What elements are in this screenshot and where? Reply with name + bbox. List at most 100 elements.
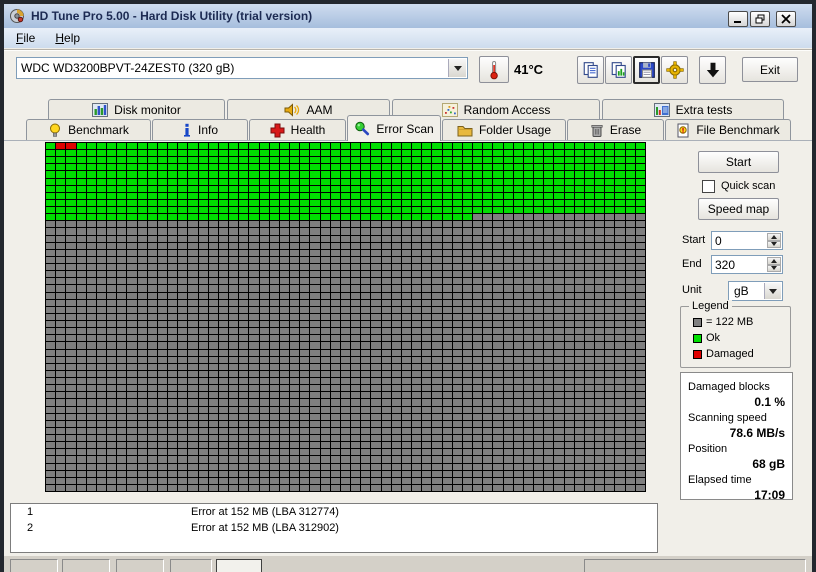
scan-block <box>625 264 635 271</box>
scan-block <box>208 442 218 449</box>
scan-block <box>523 313 534 321</box>
quick-scan-checkbox[interactable] <box>702 180 715 193</box>
scan-block <box>351 242 361 249</box>
scan-block <box>554 313 564 321</box>
scan-block <box>625 363 635 370</box>
scan-block <box>259 449 269 456</box>
close-button[interactable] <box>776 11 796 27</box>
start-field[interactable]: 0 <box>711 231 783 250</box>
scan-block <box>300 427 310 435</box>
scan-block <box>391 214 401 221</box>
scan-block <box>330 427 340 435</box>
scan-block <box>107 271 117 278</box>
temperature-button[interactable] <box>479 56 509 83</box>
copy-button[interactable] <box>577 56 604 84</box>
scan-block <box>56 178 66 185</box>
scan-block <box>432 271 442 278</box>
scan-block <box>503 207 513 214</box>
scan-block <box>513 356 523 363</box>
scan-block <box>351 299 361 306</box>
scan-block <box>330 207 340 214</box>
scan-block <box>442 463 452 470</box>
scan-block <box>422 199 432 207</box>
restore-button[interactable] <box>750 11 770 27</box>
tab-erase[interactable]: Erase <box>567 119 664 140</box>
tab-health[interactable]: Health <box>249 119 346 140</box>
scan-block <box>218 199 229 207</box>
scan-block <box>117 463 127 470</box>
exit-button[interactable]: Exit <box>742 57 798 82</box>
damaged-swatch-icon <box>693 349 702 359</box>
start-field-spinner[interactable] <box>767 233 781 248</box>
scan-block <box>208 335 218 342</box>
unit-select-arrow[interactable] <box>764 283 781 299</box>
scan-block <box>584 157 595 164</box>
end-field-spinner[interactable] <box>767 257 781 272</box>
tools-button[interactable] <box>661 56 688 84</box>
download-button[interactable] <box>699 56 726 84</box>
tab-extra-tests[interactable]: Extra tests <box>602 99 784 119</box>
error-list-item[interactable]: 1 Error at 152 MB (LBA 312774) <box>11 504 657 520</box>
scan-block <box>503 171 513 178</box>
scan-block <box>56 143 66 150</box>
scan-block <box>625 328 635 335</box>
scan-block <box>127 363 137 370</box>
start-scan-button[interactable]: Start <box>698 151 779 173</box>
scan-block <box>361 271 371 278</box>
tab-folder-usage[interactable]: Folder Usage <box>442 119 566 140</box>
scan-block <box>442 199 452 207</box>
scan-block <box>544 406 554 413</box>
scan-block <box>401 278 412 285</box>
scan-block <box>290 171 300 178</box>
scan-block <box>473 242 483 249</box>
scan-block <box>503 342 513 349</box>
drive-selector-value: WDC WD3200BPVT-24ZEST0 (320 gB) <box>21 61 235 75</box>
scan-block <box>605 349 615 356</box>
title-bar[interactable]: HD Tune Pro 5.00 - Hard Disk Utility (tr… <box>4 4 812 28</box>
error-list-item[interactable]: 2 Error at 152 MB (LBA 312902) <box>11 520 657 536</box>
scan-block <box>218 264 229 271</box>
statusbar-segment <box>116 559 164 572</box>
speed-map-button[interactable]: Speed map <box>698 198 779 220</box>
scan-block <box>157 157 168 164</box>
minimize-button[interactable] <box>728 11 748 27</box>
tab-info[interactable]: Info <box>152 119 248 140</box>
unit-select[interactable]: gB <box>728 281 783 301</box>
spin-down-button[interactable] <box>767 264 781 272</box>
scan-block <box>198 406 208 413</box>
scan-block <box>320 228 330 235</box>
scan-block <box>310 249 320 256</box>
scan-block <box>493 442 503 449</box>
tab-benchmark[interactable]: Benchmark <box>26 119 151 140</box>
tab-file-benchmark[interactable]: File Benchmark <box>665 119 791 140</box>
scan-block <box>493 207 503 214</box>
menu-file[interactable]: File <box>8 29 43 47</box>
spin-up-button[interactable] <box>767 233 781 241</box>
scan-block <box>462 249 473 256</box>
scan-block <box>544 214 554 221</box>
tab-error-scan[interactable]: Error Scan <box>347 115 441 141</box>
scan-block <box>361 192 371 199</box>
scan-block <box>117 435 127 442</box>
error-list[interactable]: 1 Error at 152 MB (LBA 312774) 2 Error a… <box>10 503 658 553</box>
scan-block <box>554 264 564 271</box>
tab-disk-monitor[interactable]: Disk monitor <box>48 99 225 119</box>
scan-block <box>523 264 534 271</box>
scan-block <box>198 356 208 363</box>
scan-block <box>56 385 66 392</box>
scan-block <box>66 150 76 157</box>
menu-help[interactable]: Help <box>47 29 88 47</box>
spin-up-button[interactable] <box>767 257 781 265</box>
spin-down-button[interactable] <box>767 240 781 248</box>
scan-block <box>290 292 300 299</box>
scan-block <box>249 199 259 207</box>
scan-block <box>574 313 584 321</box>
scan-block <box>401 164 412 171</box>
scan-block <box>107 164 117 171</box>
copy-image-button[interactable] <box>605 56 632 84</box>
save-button[interactable] <box>633 56 660 84</box>
scan-block <box>605 420 615 427</box>
drive-selector-arrow[interactable] <box>448 59 466 77</box>
end-field[interactable]: 320 <box>711 255 783 274</box>
drive-selector[interactable]: WDC WD3200BPVT-24ZEST0 (320 gB) <box>16 57 468 79</box>
